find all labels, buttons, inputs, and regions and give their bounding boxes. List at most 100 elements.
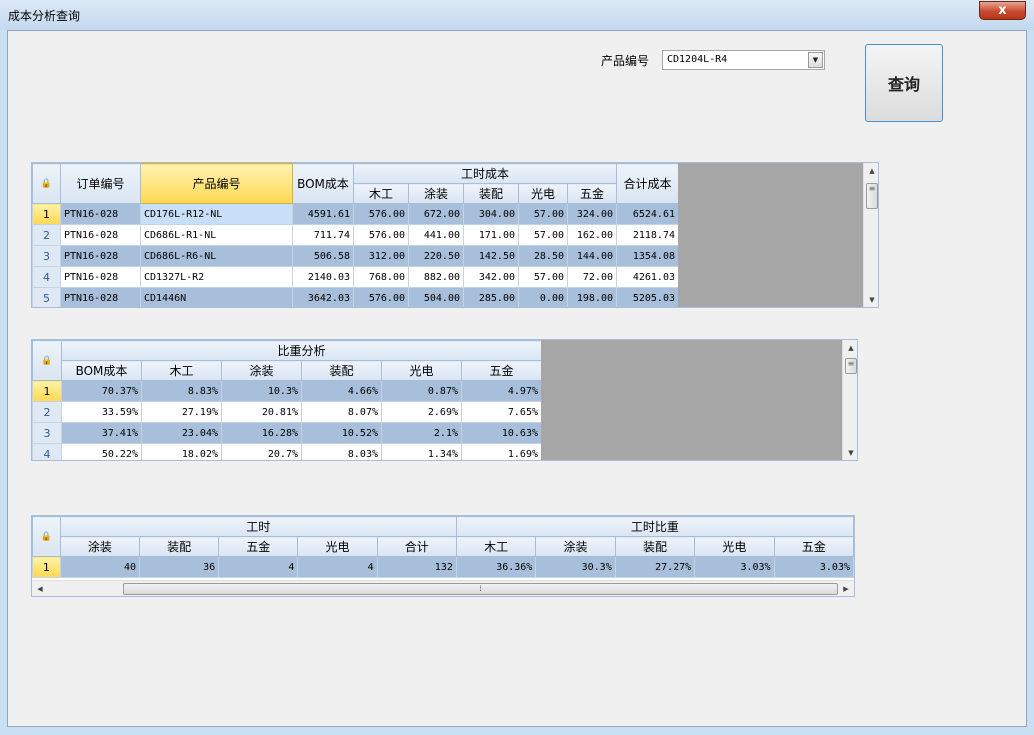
lock-icon[interactable]: 🔒	[32, 516, 61, 557]
cell-paint[interactable]: 504.00	[408, 287, 464, 307]
cell-paint[interactable]: 20.7%	[221, 443, 302, 460]
cell-paint[interactable]: 220.50	[408, 245, 464, 267]
arrow-up-icon[interactable]: ▲	[864, 163, 878, 179]
row-header[interactable]: 2	[32, 401, 62, 423]
cell-total[interactable]: 6524.61	[616, 203, 679, 225]
labor-hours-grid[interactable]: 🔒 工时 工时比重 涂装 装配 五金 光电 合计 木工 涂装 装配 光电 五金 …	[31, 515, 855, 597]
col-bom-cost[interactable]: BOM成本	[292, 163, 354, 204]
col-order-no[interactable]: 订单编号	[60, 163, 141, 204]
cell-opto[interactable]: 2.1%	[381, 422, 462, 444]
cell-bom[interactable]: 33.59%	[61, 401, 142, 423]
col-hardware-ratio[interactable]: 五金	[773, 536, 854, 557]
cell-product[interactable]: CD686L-R6-NL	[140, 245, 293, 267]
cell-order[interactable]: PTN16-028	[60, 203, 141, 225]
table-row[interactable]: 2 PTN16-028 CD686L-R1-NL 711.74 576.00 4…	[32, 224, 679, 246]
cell-wood[interactable]: 8.83%	[141, 380, 222, 402]
table-row[interactable]: 4 PTN16-028 CD1327L-R2 2140.03 768.00 88…	[32, 266, 679, 288]
cell-opto[interactable]: 0.87%	[381, 380, 462, 402]
row-header[interactable]: 1	[32, 380, 62, 402]
cell-order[interactable]: PTN16-028	[60, 224, 141, 246]
cell-paint-ratio[interactable]: 30.3%	[535, 556, 616, 578]
vertical-scrollbar[interactable]: ▲ ≡ ▼	[863, 163, 878, 307]
cell-opto[interactable]: 2.69%	[381, 401, 462, 423]
arrow-down-icon[interactable]: ▼	[864, 292, 878, 307]
row-header[interactable]: 1	[32, 556, 61, 578]
col-paint[interactable]: 涂装	[408, 183, 464, 204]
cell-paint[interactable]: 441.00	[408, 224, 464, 246]
cell-opto[interactable]: 28.50	[518, 245, 568, 267]
cell-paint[interactable]: 20.81%	[221, 401, 302, 423]
cell-sum[interactable]: 132	[376, 556, 457, 578]
table-row[interactable]: 1 40 36 4 4 132 36.36% 30.3% 27.27% 3.03…	[32, 556, 854, 578]
cell-hardware[interactable]: 4.97%	[461, 380, 542, 402]
cell-order[interactable]: PTN16-028	[60, 245, 141, 267]
cell-hardware[interactable]: 4	[218, 556, 299, 578]
cell-bom[interactable]: 50.22%	[61, 443, 142, 460]
col-hardware[interactable]: 五金	[567, 183, 617, 204]
cell-assembly[interactable]: 342.00	[463, 266, 519, 288]
col-paint[interactable]: 涂装	[59, 536, 140, 557]
col-assembly[interactable]: 装配	[138, 536, 220, 557]
row-header[interactable]: 3	[32, 245, 61, 267]
cell-opto[interactable]: 57.00	[518, 224, 568, 246]
scroll-thumb[interactable]: ≡	[866, 183, 878, 209]
cell-product[interactable]: CD686L-R1-NL	[140, 224, 293, 246]
arrow-up-icon[interactable]: ▲	[843, 340, 857, 356]
scroll-thumb[interactable]: ≡	[845, 358, 857, 374]
cell-hardware[interactable]: 144.00	[567, 245, 617, 267]
cell-bom[interactable]: 2140.03	[292, 266, 354, 288]
cell-assembly[interactable]: 285.00	[463, 287, 519, 307]
row-header[interactable]: 4	[32, 266, 61, 288]
col-assembly-ratio[interactable]: 装配	[614, 536, 696, 557]
cell-product[interactable]: CD1327L-R2	[140, 266, 293, 288]
cell-paint[interactable]: 10.3%	[221, 380, 302, 402]
cell-assembly[interactable]: 142.50	[463, 245, 519, 267]
ratio-grid[interactable]: 🔒 比重分析 BOM成本 木工 涂装 装配 光电 五金 1 70.37% 8.8…	[31, 339, 858, 461]
col-total-cost[interactable]: 合计成本	[616, 163, 679, 204]
table-row[interactable]: 1 PTN16-028 CD176L-R12-NL 4591.61 576.00…	[32, 203, 679, 225]
chevron-down-icon[interactable]: ▼	[808, 52, 823, 68]
cell-paint[interactable]: 672.00	[408, 203, 464, 225]
cell-paint[interactable]: 40	[59, 556, 140, 578]
cell-order[interactable]: PTN16-028	[60, 287, 141, 307]
lock-icon[interactable]: 🔒	[32, 163, 61, 204]
table-row[interactable]: 1 70.37% 8.83% 10.3% 4.66% 0.87% 4.97%	[32, 380, 542, 402]
col-wood[interactable]: 木工	[353, 183, 409, 204]
arrow-down-icon[interactable]: ▼	[843, 445, 857, 460]
scroll-thumb[interactable]: ⁞	[123, 583, 838, 595]
cell-assembly[interactable]: 171.00	[463, 224, 519, 246]
cell-bom[interactable]: 4591.61	[292, 203, 354, 225]
cell-assembly[interactable]: 36	[138, 556, 220, 578]
cell-order[interactable]: PTN16-028	[60, 266, 141, 288]
cell-hardware[interactable]: 7.65%	[461, 401, 542, 423]
vertical-scrollbar[interactable]: ▲ ≡ ▼	[842, 340, 857, 460]
cell-hardware[interactable]: 10.63%	[461, 422, 542, 444]
cell-hardware[interactable]: 72.00	[567, 266, 617, 288]
cell-assembly[interactable]: 8.07%	[301, 401, 382, 423]
cell-bom[interactable]: 711.74	[292, 224, 354, 246]
cell-paint[interactable]: 882.00	[408, 266, 464, 288]
col-opto-ratio[interactable]: 光电	[694, 536, 775, 557]
row-header[interactable]: 3	[32, 422, 62, 444]
cell-total[interactable]: 2118.74	[616, 224, 679, 246]
cell-wood[interactable]: 312.00	[353, 245, 409, 267]
cell-wood-ratio[interactable]: 36.36%	[455, 556, 537, 578]
cell-wood[interactable]: 576.00	[353, 203, 409, 225]
row-header[interactable]: 2	[32, 224, 61, 246]
cell-total[interactable]: 1354.08	[616, 245, 679, 267]
cell-opto[interactable]: 57.00	[518, 266, 568, 288]
cell-assembly[interactable]: 4.66%	[301, 380, 382, 402]
col-product-no[interactable]: 产品编号	[140, 163, 293, 204]
cell-wood[interactable]: 576.00	[353, 287, 409, 307]
cell-opto-ratio[interactable]: 3.03%	[694, 556, 775, 578]
horizontal-scrollbar[interactable]: ◀ ⁞ ▶	[32, 580, 854, 596]
cell-total[interactable]: 5205.03	[616, 287, 679, 307]
cost-grid[interactable]: 🔒 订单编号 产品编号 BOM成本 工时成本 合计成本 木工 涂装 装配 光电 …	[31, 162, 879, 308]
cell-bom[interactable]: 3642.03	[292, 287, 354, 307]
col-sum[interactable]: 合计	[376, 536, 457, 557]
cell-bom[interactable]: 506.58	[292, 245, 354, 267]
col-hardware[interactable]: 五金	[218, 536, 299, 557]
cell-hardware[interactable]: 1.69%	[461, 443, 542, 460]
product-combo[interactable]: CD1204L-R4 ▼	[662, 50, 825, 70]
cell-assembly-ratio[interactable]: 27.27%	[614, 556, 696, 578]
